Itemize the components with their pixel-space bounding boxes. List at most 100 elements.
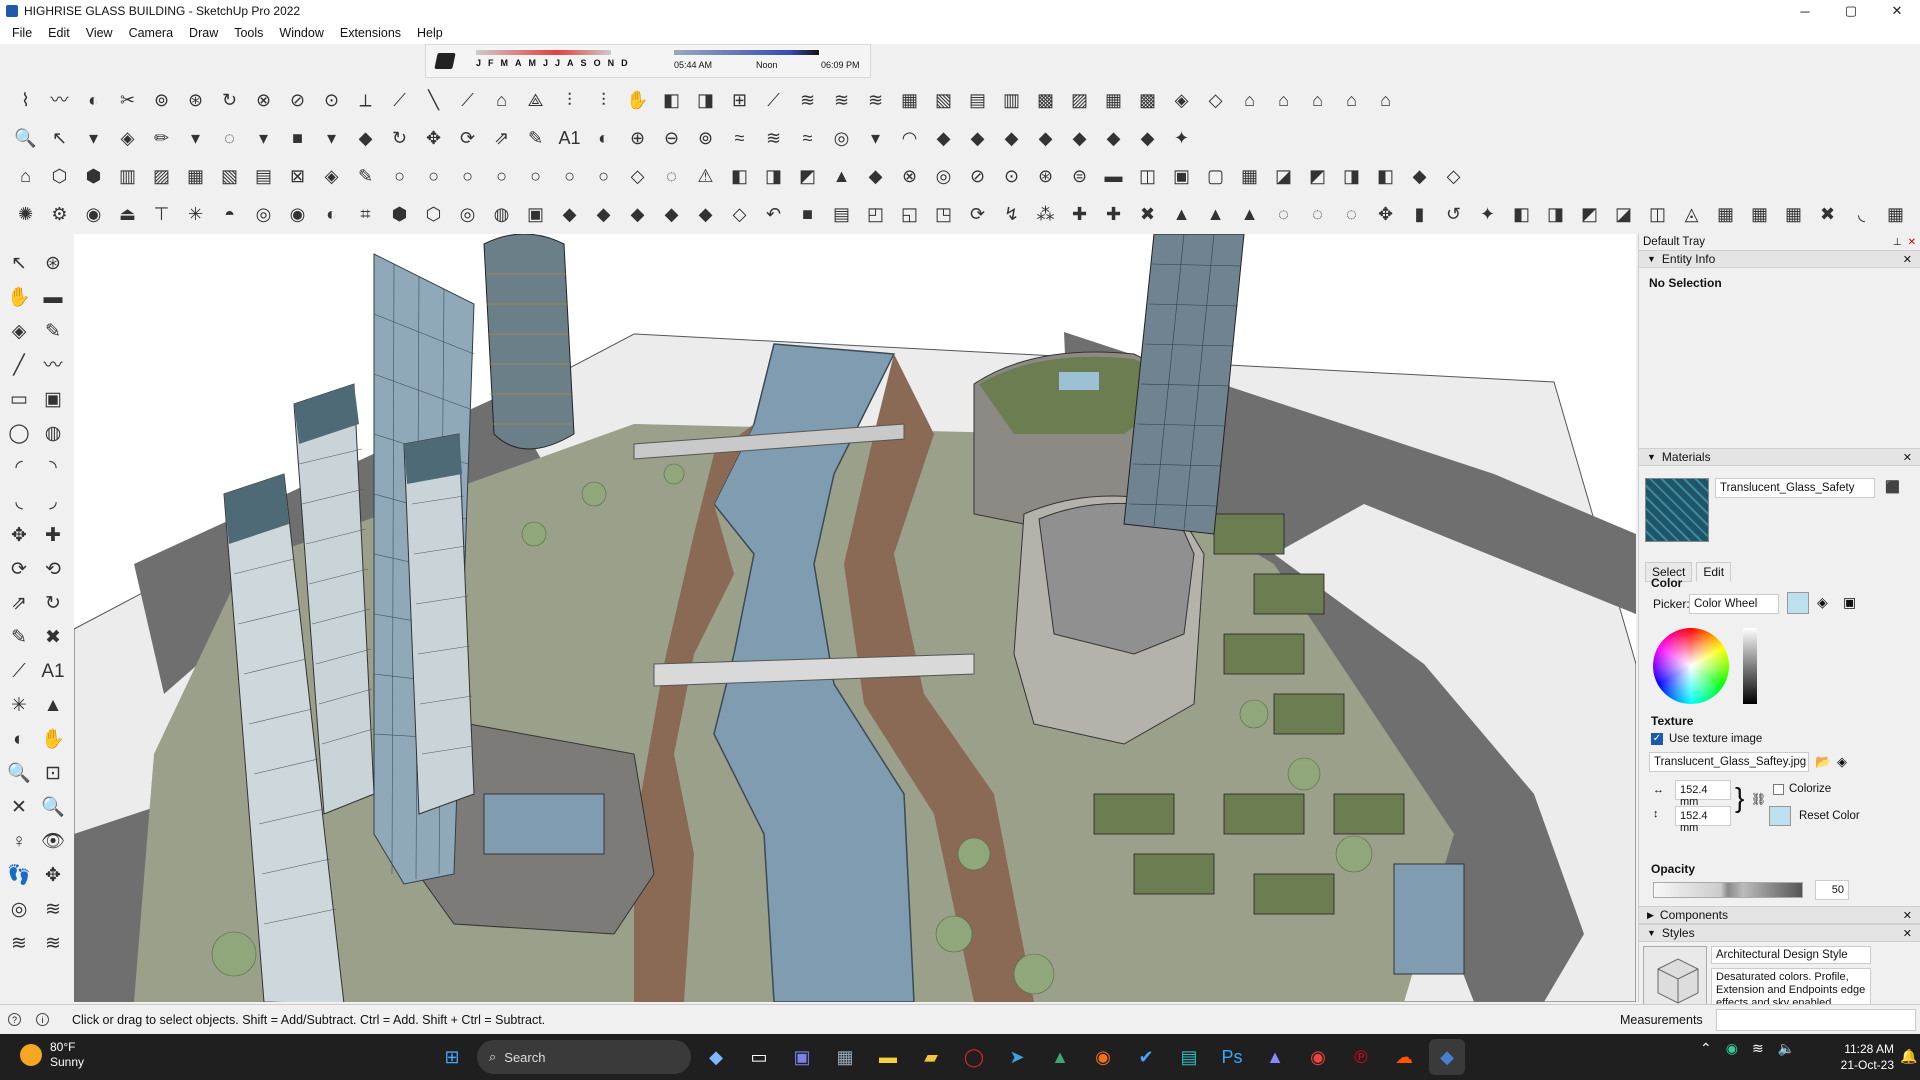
menu-camera[interactable]: Camera (121, 26, 181, 40)
toolbar-tool-icon[interactable]: ⬡ (418, 199, 449, 230)
toolbar-tool-icon[interactable]: ▩ (1132, 85, 1163, 116)
toolbar-tool-icon[interactable]: ⊘ (962, 161, 993, 192)
toolbar-tool-icon[interactable]: ◉ (78, 199, 109, 230)
toolbar-tool-icon[interactable]: ◫ (1132, 161, 1163, 192)
toolbar-tool-icon[interactable]: ▧ (928, 85, 959, 116)
toolbar-tool-icon[interactable]: ◆ (1404, 161, 1435, 192)
toolbar-tool-icon[interactable]: ○ (588, 161, 619, 192)
toolbar-tool-icon[interactable]: ✚ (1098, 199, 1129, 230)
large-toolset-tool-icon[interactable]: ◯ (2, 416, 36, 450)
toolbar-tool-icon[interactable]: ◆ (554, 199, 585, 230)
panel-entity-info[interactable]: ▼ Entity Info ✕ (1639, 250, 1920, 268)
opera-icon[interactable]: ◯ (956, 1039, 992, 1075)
toolbar-tool-icon[interactable]: ⟳ (962, 199, 993, 230)
app-icon-triangle[interactable]: ▲ (1257, 1039, 1293, 1075)
toolbar-tool-icon[interactable]: ⟂ (350, 85, 381, 116)
large-toolset-tool-icon[interactable]: 〰 (36, 348, 70, 382)
task-view-icon[interactable]: ▭ (741, 1039, 777, 1075)
toolbar-tool-icon[interactable]: ◐ (588, 123, 619, 154)
toolbar-tool-icon[interactable]: ✺ (10, 199, 41, 230)
toolbar-tool-icon[interactable]: ⫶ (588, 85, 619, 116)
weather-widget[interactable]: 80°F Sunny (20, 1040, 84, 1070)
toolbar-tool-icon[interactable]: ◫ (1642, 199, 1673, 230)
toolbar-tool-icon[interactable]: ⊗ (894, 161, 925, 192)
toolbar-tool-icon[interactable]: ✎ (350, 161, 381, 192)
toolbar-tool-icon[interactable]: ⏏ (112, 199, 143, 230)
month-slider[interactable] (476, 50, 611, 55)
style-thumbnail[interactable] (1643, 946, 1707, 1010)
toolbar-tool-icon[interactable]: ▾ (78, 123, 109, 154)
toolbar-tool-icon[interactable]: ▤ (962, 85, 993, 116)
toolbar-tool-icon[interactable]: ◪ (1608, 199, 1639, 230)
app-icon-orange[interactable]: ◉ (1085, 1039, 1121, 1075)
toolbar-tool-icon[interactable]: ▲ (1234, 199, 1265, 230)
toolbar-tool-icon[interactable]: ▦ (894, 85, 925, 116)
chrome-icon[interactable]: ◉ (1300, 1039, 1336, 1075)
toolbar-tool-icon[interactable]: ⊙ (996, 161, 1027, 192)
toolbar-tool-icon[interactable]: ▥ (112, 161, 143, 192)
teams-icon[interactable]: ▣ (784, 1039, 820, 1075)
large-toolset-tool-icon[interactable]: ▲ (36, 688, 70, 722)
toolbar-tool-icon[interactable]: ✂ (112, 85, 143, 116)
toolbar-tool-icon[interactable]: ◧ (724, 161, 755, 192)
file-explorer-icon[interactable]: ▰ (913, 1039, 949, 1075)
large-toolset-tool-icon[interactable]: ✕ (2, 790, 36, 824)
reset-color-swatch[interactable] (1769, 806, 1791, 826)
toolbar-tool-icon[interactable]: ◨ (690, 85, 721, 116)
app-icon-teal[interactable]: ▤ (1171, 1039, 1207, 1075)
toolbar-tool-icon[interactable]: ▦ (1710, 199, 1741, 230)
large-toolset-tool-icon[interactable]: ✚ (36, 518, 70, 552)
toolbar-tool-icon[interactable]: ⟳ (452, 123, 483, 154)
pin-icon[interactable]: ⊥ (1893, 237, 1902, 248)
match-color-icon[interactable]: ▣ (1843, 594, 1856, 611)
large-toolset-tool-icon[interactable]: ≋ (36, 892, 70, 926)
large-toolset-tool-icon[interactable]: ≋ (36, 926, 70, 960)
panel-styles[interactable]: ▼ Styles ✕ (1639, 924, 1920, 942)
maximize-button[interactable]: ▢ (1828, 0, 1874, 22)
toolbar-tool-icon[interactable]: ▢ (1200, 161, 1231, 192)
toolbar-tool-icon[interactable]: ⊤ (146, 199, 177, 230)
chevron-up-icon[interactable]: ⌃ (1700, 1040, 1712, 1057)
toolbar-tool-icon[interactable]: ○ (520, 161, 551, 192)
measurements-input[interactable] (1716, 1009, 1916, 1031)
toolbar-tool-icon[interactable]: 🔍 (10, 123, 41, 154)
texture-height-field[interactable]: 152.4 mm (1675, 806, 1731, 834)
toolbar-tool-icon[interactable]: ▤ (826, 199, 857, 230)
close-icon[interactable]: ✕ (1903, 927, 1912, 940)
photoshop-icon[interactable]: Ps (1214, 1039, 1250, 1075)
close-icon[interactable]: ✕ (1903, 451, 1912, 464)
toolbar-tool-icon[interactable]: ◆ (1030, 123, 1061, 154)
toolbar-tool-icon[interactable]: ✦ (1472, 199, 1503, 230)
toolbar-tool-icon[interactable]: ⊛ (180, 85, 211, 116)
large-toolset-tool-icon[interactable]: 👁 (36, 824, 70, 858)
menu-edit[interactable]: Edit (40, 26, 78, 40)
toolbar-tool-icon[interactable]: ⟋ (384, 85, 415, 116)
toolbar-tool-icon[interactable]: ◟ (1846, 199, 1877, 230)
toolbar-tool-icon[interactable]: ▨ (146, 161, 177, 192)
toolbar-tool-icon[interactable]: ⟁ (520, 85, 551, 116)
toolbar-tool-icon[interactable]: ◬ (1676, 199, 1707, 230)
toolbar-tool-icon[interactable]: ✥ (1370, 199, 1401, 230)
large-toolset-tool-icon[interactable]: ⟋ (2, 654, 36, 688)
large-toolset-tool-icon[interactable]: ✋ (2, 280, 36, 314)
toolbar-tool-icon[interactable]: ◰ (860, 199, 891, 230)
toolbar-tool-icon[interactable]: ↖ (44, 123, 75, 154)
toolbar-tool-icon[interactable]: ⊜ (1064, 161, 1095, 192)
toolbar-tool-icon[interactable]: ▨ (1064, 85, 1095, 116)
large-toolset-tool-icon[interactable]: ◐ (2, 722, 36, 756)
toolbar-tool-icon[interactable]: ⬢ (78, 161, 109, 192)
toolbar-tool-icon[interactable]: ◱ (894, 199, 925, 230)
menu-window[interactable]: Window (271, 26, 331, 40)
toolbar-tool-icon[interactable]: ◆ (690, 199, 721, 230)
toolbar-tool-icon[interactable]: ◐ (316, 199, 347, 230)
toolbar-tool-icon[interactable]: ◌ (1268, 199, 1299, 230)
large-toolset-tool-icon[interactable]: ✎ (36, 314, 70, 348)
toolbar-tool-icon[interactable]: ■ (282, 123, 313, 154)
toolbar-tool-icon[interactable]: ▾ (860, 123, 891, 154)
toolbar-tool-icon[interactable]: ⫶ (554, 85, 585, 116)
large-toolset-tool-icon[interactable]: ✥ (2, 518, 36, 552)
large-toolset-tool-icon[interactable]: ⟳ (2, 552, 36, 586)
picker-select[interactable]: Color Wheel (1689, 594, 1779, 614)
large-toolset-tool-icon[interactable]: ╱ (2, 348, 36, 382)
texture-width-field[interactable]: 152.4 mm (1675, 780, 1731, 808)
